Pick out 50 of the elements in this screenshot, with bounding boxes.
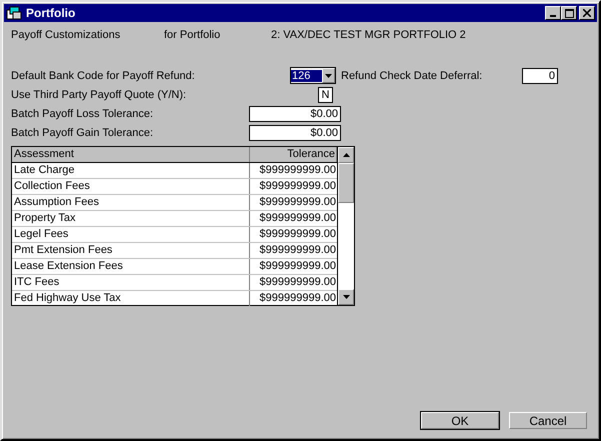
caret-icon: [325, 74, 332, 78]
portfolio-name: 2: VAX/DEC TEST MGR PORTFOLIO 2: [271, 29, 466, 41]
table-cell-text: $999999999.00: [258, 179, 337, 194]
table-cell-text: $999999999.00: [258, 243, 337, 258]
table-cell-text: $999999999.00: [258, 259, 337, 274]
field-label: Refund Check Date Deferral:: [341, 70, 484, 82]
section-title: Payoff Customizations: [11, 29, 122, 41]
field-label: Batch Payoff Gain Tolerance:: [11, 126, 154, 138]
table-cell: Legel Fees: [12, 227, 250, 242]
bank-code-dropdown[interactable]: 126: [290, 67, 336, 84]
scroll-thumb[interactable]: [338, 163, 354, 203]
table-cell-text: $999999999.00: [258, 227, 337, 242]
close-button[interactable]: [579, 6, 595, 20]
table-cell: Late Charge: [12, 163, 250, 178]
field-label: Use Third Party Payoff Quote (Y/N):: [11, 88, 188, 100]
folders-icon: [6, 6, 22, 20]
table-cell: Pmt Extension Fees: [12, 243, 250, 258]
scroll-down-button[interactable]: [338, 289, 354, 305]
maximize-button[interactable]: [561, 6, 577, 20]
dropdown-button[interactable]: [322, 68, 335, 83]
table-cell: Property Tax: [12, 211, 250, 226]
table-cell-text: $999999999.00: [258, 195, 337, 210]
table-cell: Collection Fees: [12, 179, 250, 194]
close-icon: [583, 9, 591, 17]
table-cell: Fed Highway Use Tax: [12, 291, 250, 306]
table-cell-text: $999999999.00: [258, 291, 337, 306]
dropdown-value: 126: [291, 70, 322, 82]
table-cell-text: $999999999.00: [258, 275, 337, 290]
column-header[interactable]: Assessment: [12, 147, 250, 162]
up-arrow-icon: [342, 153, 350, 157]
input-field[interactable]: $0.00: [249, 124, 341, 140]
dialog-button[interactable]: OK: [421, 412, 499, 429]
input-field[interactable]: $0.00: [249, 106, 341, 122]
input-field[interactable]: N: [318, 86, 333, 102]
field-label: Batch Payoff Loss Tolerance:: [11, 108, 154, 120]
scrollbar[interactable]: [337, 147, 354, 305]
window-title: Portfolio: [26, 6, 76, 20]
down-arrow-icon: [342, 295, 350, 299]
maximize-icon: [564, 8, 574, 18]
table-cell-text: $999999999.00: [258, 211, 337, 226]
input-field[interactable]: 0: [522, 68, 558, 84]
table-cell: Assumption Fees: [12, 195, 250, 210]
table-cell: Lease Extension Fees: [12, 259, 250, 274]
table-cell: ITC Fees: [12, 275, 250, 290]
dialog-button[interactable]: Cancel: [509, 412, 587, 429]
field-label: Default Bank Code for Payoff Refund:: [11, 70, 196, 82]
for-label: for Portfolio: [164, 29, 222, 41]
minimize-button[interactable]: [545, 6, 561, 20]
scroll-up-button[interactable]: [338, 147, 354, 163]
table-cell-text: $999999999.00: [258, 163, 337, 178]
